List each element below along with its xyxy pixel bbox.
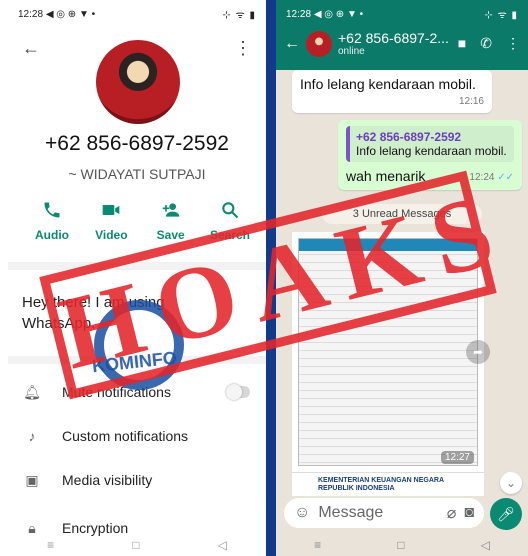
quoted-text: Info lelang kendaraan mobil. — [356, 144, 507, 158]
quoted-message[interactable]: +62 856-6897-2592 Info lelang kendaraan … — [346, 126, 514, 162]
music-note-icon: ♪ — [28, 428, 36, 444]
add-person-icon — [162, 203, 179, 217]
scroll-down-icon[interactable]: ⌄ — [500, 472, 522, 494]
setting-custom-notifications[interactable]: ♪ Custom notifications — [22, 426, 258, 446]
chat-title: +62 856-6897-2... — [338, 30, 449, 46]
audio-call-button[interactable]: Audio — [26, 200, 78, 242]
chat-header-icons: ■ ✆ ⋮ — [458, 35, 520, 52]
home-nav-icon[interactable]: □ — [397, 538, 404, 552]
phone-icon — [44, 202, 60, 218]
more-options-icon[interactable]: ⋮ — [234, 38, 252, 59]
back-nav-icon[interactable]: ◁ — [218, 538, 227, 552]
menu-nav-icon[interactable]: ≡ — [314, 538, 321, 552]
phone-call-icon[interactable]: ✆ — [480, 35, 492, 52]
message-input[interactable]: Message — [318, 504, 438, 522]
image-icon: ▣ — [25, 471, 39, 488]
setting-label: Media visibility — [62, 472, 153, 488]
message-text: wah menarik — [346, 168, 426, 184]
system-nav-bar: ≡ □ ◁ — [276, 534, 528, 556]
status-bar: 12:28 ◀ ◎ ⊕ ▼ • ⊹ ᯤ ▮ — [8, 0, 266, 28]
forward-icon[interactable]: ➦ — [466, 340, 490, 364]
menu-nav-icon[interactable]: ≡ — [47, 538, 54, 552]
status-right-icons: ⊹ ᯤ ▮ — [484, 10, 518, 21]
save-label: Save — [156, 228, 185, 242]
setting-media-visibility[interactable]: ▣ Media visibility — [22, 470, 258, 490]
save-contact-button[interactable]: Save — [145, 200, 197, 242]
video-label: Video — [95, 228, 128, 242]
message-time: 12:16 — [458, 96, 484, 107]
status-bar: 12:28 ◀ ◎ ⊕ ▼ • ⊹ ᯤ ▮ — [276, 0, 528, 28]
quoted-sender: +62 856-6897-2592 — [356, 130, 462, 144]
message-text: Info lelang kendaraan mobil. — [300, 76, 476, 92]
status-time: 12:28 — [286, 8, 312, 20]
double-check-icon: ✓✓ — [497, 172, 514, 183]
chat-header: 12:28 ◀ ◎ ⊕ ▼ • ⊹ ᯤ ▮ ← +62 856-6897-2..… — [276, 0, 528, 70]
chat-avatar[interactable] — [306, 30, 332, 57]
chat-header-row: ← +62 856-6897-2... online ■ ✆ ⋮ — [284, 30, 520, 57]
video-call-button[interactable]: Video — [85, 200, 137, 242]
status-time: 12:28 — [18, 8, 44, 20]
incoming-message[interactable]: Info lelang kendaraan mobil. 12:16 — [292, 70, 492, 113]
video-icon — [102, 205, 120, 215]
mic-icon[interactable]: 🎤︎ — [490, 498, 522, 530]
mute-toggle[interactable] — [226, 384, 250, 400]
chat-title-block[interactable]: +62 856-6897-2... online — [338, 30, 449, 57]
status-icons: ◀ ◎ ⊕ ▼ • — [45, 8, 96, 20]
status-icons: ◀ ◎ ⊕ ▼ • — [313, 8, 364, 20]
contact-name: ~ WIDAYATI SUTPAJI — [68, 166, 206, 182]
attach-icon[interactable]: ⌀ — [447, 503, 457, 523]
camera-icon[interactable]: ◙ — [464, 504, 474, 522]
contact-phone: +62 856-6897-2592 — [45, 132, 229, 155]
document-footer: KEMENTERIAN KEUANGAN NEGARA REPUBLIK IND… — [292, 472, 484, 496]
bell-icon: 🔔︎ — [23, 383, 41, 400]
home-nav-icon[interactable]: □ — [132, 538, 139, 552]
attachment-time: 12:27 — [440, 451, 474, 464]
system-nav-bar: ≡ □ ◁ — [8, 534, 266, 556]
setting-label: Custom notifications — [62, 428, 189, 444]
back-arrow-icon[interactable]: ← — [22, 38, 40, 59]
video-call-icon[interactable]: ■ — [458, 35, 466, 52]
emoji-icon[interactable]: ☺ — [294, 504, 310, 522]
avatar[interactable] — [96, 40, 180, 124]
back-arrow-icon[interactable]: ← — [284, 35, 300, 53]
search-icon — [222, 202, 239, 219]
message-composer[interactable]: ☺ Message ⌀ ◙ — [284, 498, 484, 528]
status-right-icons: ⊹ ᯤ ▮ — [222, 10, 256, 21]
more-options-icon[interactable]: ⋮ — [506, 35, 520, 52]
chat-status: online — [338, 46, 365, 57]
audio-label: Audio — [35, 228, 69, 242]
back-nav-icon[interactable]: ◁ — [481, 538, 490, 552]
